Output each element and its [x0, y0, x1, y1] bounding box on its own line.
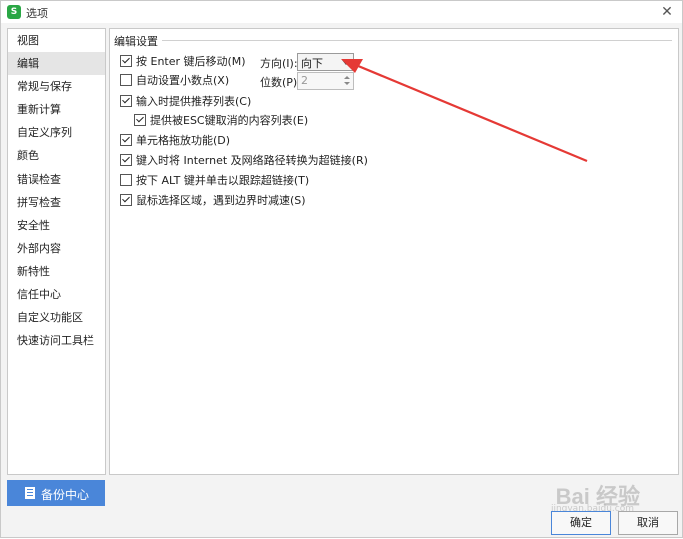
mouse-slow-option[interactable]: 鼠标选择区域，遇到边界时减速(S) [120, 192, 306, 208]
sidebar-item-spell-check[interactable]: 拼写检查 [8, 191, 105, 214]
sidebar-item-view[interactable]: 视图 [8, 29, 105, 52]
section-divider [114, 40, 672, 41]
edit-settings-panel: 编辑设置 按 Enter 键后移动(M) 方向(I): 向下 自动设置小数点(X… [109, 28, 679, 475]
mouse-slow-label: 鼠标选择区域，遇到边界时减速(S) [136, 194, 306, 207]
dialog-title: 选项 [26, 7, 48, 20]
close-button[interactable]: ✕ [658, 3, 676, 21]
esc-list-option[interactable]: 提供被ESC键取消的内容列表(E) [134, 112, 308, 128]
suggest-list-option[interactable]: 输入时提供推荐列表(C) [120, 93, 251, 109]
sidebar-item-general-save[interactable]: 常规与保存 [8, 75, 105, 98]
cancel-button[interactable]: 取消 [618, 511, 678, 535]
sidebar-item-edit[interactable]: 编辑 [8, 52, 105, 76]
sidebar-item-custom-lists[interactable]: 自定义序列 [8, 121, 105, 144]
places-value: 2 [301, 74, 308, 87]
alt-click-label: 按下 ALT 键并单击以跟踪超链接(T) [136, 174, 310, 187]
suggest-list-label: 输入时提供推荐列表(C) [136, 95, 252, 108]
hyperlink-checkbox[interactable] [120, 154, 132, 166]
sidebar-item-external-content[interactable]: 外部内容 [8, 237, 105, 260]
chevron-down-icon [342, 60, 350, 65]
sidebar-item-security[interactable]: 安全性 [8, 214, 105, 237]
alt-click-checkbox[interactable] [120, 174, 132, 186]
document-icon [25, 487, 35, 499]
drag-drop-label: 单元格拖放功能(D) [136, 134, 231, 147]
sidebar-item-recalculate[interactable]: 重新计算 [8, 98, 105, 121]
auto-decimal-label: 自动设置小数点(X) [136, 74, 230, 87]
options-dialog: 选项 ✕ 视图 编辑 常规与保存 重新计算 自定义序列 颜色 错误检查 拼写检查… [0, 0, 683, 538]
enter-move-option[interactable]: 按 Enter 键后移动(M) [120, 53, 246, 69]
app-logo-icon [7, 5, 21, 19]
esc-list-label: 提供被ESC键取消的内容列表(E) [150, 114, 309, 127]
direction-label: 方向(I): [260, 57, 298, 70]
suggest-list-checkbox[interactable] [120, 95, 132, 107]
stepper-up-icon[interactable] [342, 74, 352, 81]
esc-list-checkbox[interactable] [134, 114, 146, 126]
backup-center-label: 备份中心 [41, 488, 90, 502]
ok-button[interactable]: 确定 [551, 511, 611, 535]
sidebar: 视图 编辑 常规与保存 重新计算 自定义序列 颜色 错误检查 拼写检查 安全性 … [7, 28, 106, 475]
sidebar-item-colors[interactable]: 颜色 [8, 144, 105, 167]
stepper-down-icon[interactable] [342, 81, 352, 88]
hyperlink-option[interactable]: 键入时将 Internet 及网络路径转换为超链接(R) [120, 152, 368, 168]
drag-drop-checkbox[interactable] [120, 134, 132, 146]
alt-click-option[interactable]: 按下 ALT 键并单击以跟踪超链接(T) [120, 172, 309, 188]
sidebar-item-error-check[interactable]: 错误检查 [8, 168, 105, 191]
auto-decimal-checkbox[interactable] [120, 74, 132, 86]
direction-value: 向下 [301, 57, 323, 70]
mouse-slow-checkbox[interactable] [120, 194, 132, 206]
sidebar-item-new-features[interactable]: 新特性 [8, 260, 105, 283]
title-bar: 选项 ✕ [1, 1, 682, 23]
hyperlink-label: 键入时将 Internet 及网络路径转换为超链接(R) [136, 154, 368, 167]
enter-move-checkbox[interactable] [120, 55, 132, 67]
places-stepper[interactable]: 2 [297, 72, 354, 90]
places-label: 位数(P): [260, 76, 301, 89]
direction-select[interactable]: 向下 [297, 53, 354, 71]
sidebar-item-customize-ribbon[interactable]: 自定义功能区 [8, 306, 105, 329]
section-title: 编辑设置 [114, 33, 162, 49]
drag-drop-option[interactable]: 单元格拖放功能(D) [120, 132, 230, 148]
auto-decimal-option[interactable]: 自动设置小数点(X) [120, 72, 229, 88]
sidebar-item-trust-center[interactable]: 信任中心 [8, 283, 105, 306]
enter-move-label: 按 Enter 键后移动(M) [136, 55, 246, 68]
sidebar-item-quick-access-toolbar[interactable]: 快速访问工具栏 [8, 329, 105, 352]
backup-center-button[interactable]: 备份中心 [7, 480, 105, 506]
